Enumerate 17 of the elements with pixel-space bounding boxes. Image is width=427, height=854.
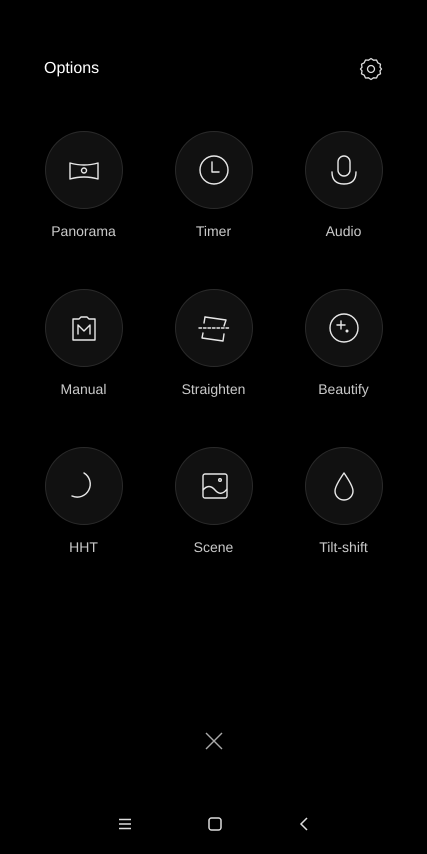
option-label: Tilt-shift: [319, 538, 368, 556]
back-icon[interactable]: [298, 817, 309, 831]
option-label: Audio: [326, 222, 362, 240]
option-label: Straighten: [182, 380, 246, 398]
home-icon[interactable]: [208, 817, 222, 831]
option-label: Scene: [194, 538, 234, 556]
option-label: Manual: [60, 380, 106, 398]
settings-icon[interactable]: [359, 57, 383, 81]
sparkle-icon: [326, 311, 360, 345]
screen-title: Options: [44, 60, 100, 78]
option-label: Panorama: [51, 222, 116, 240]
option-label: Beautify: [318, 380, 369, 398]
menu-icon[interactable]: [118, 818, 132, 830]
clock-icon: [196, 153, 230, 187]
option-label: Timer: [196, 222, 232, 240]
close-icon[interactable]: [204, 732, 222, 750]
option-label: HHT: [69, 538, 98, 556]
